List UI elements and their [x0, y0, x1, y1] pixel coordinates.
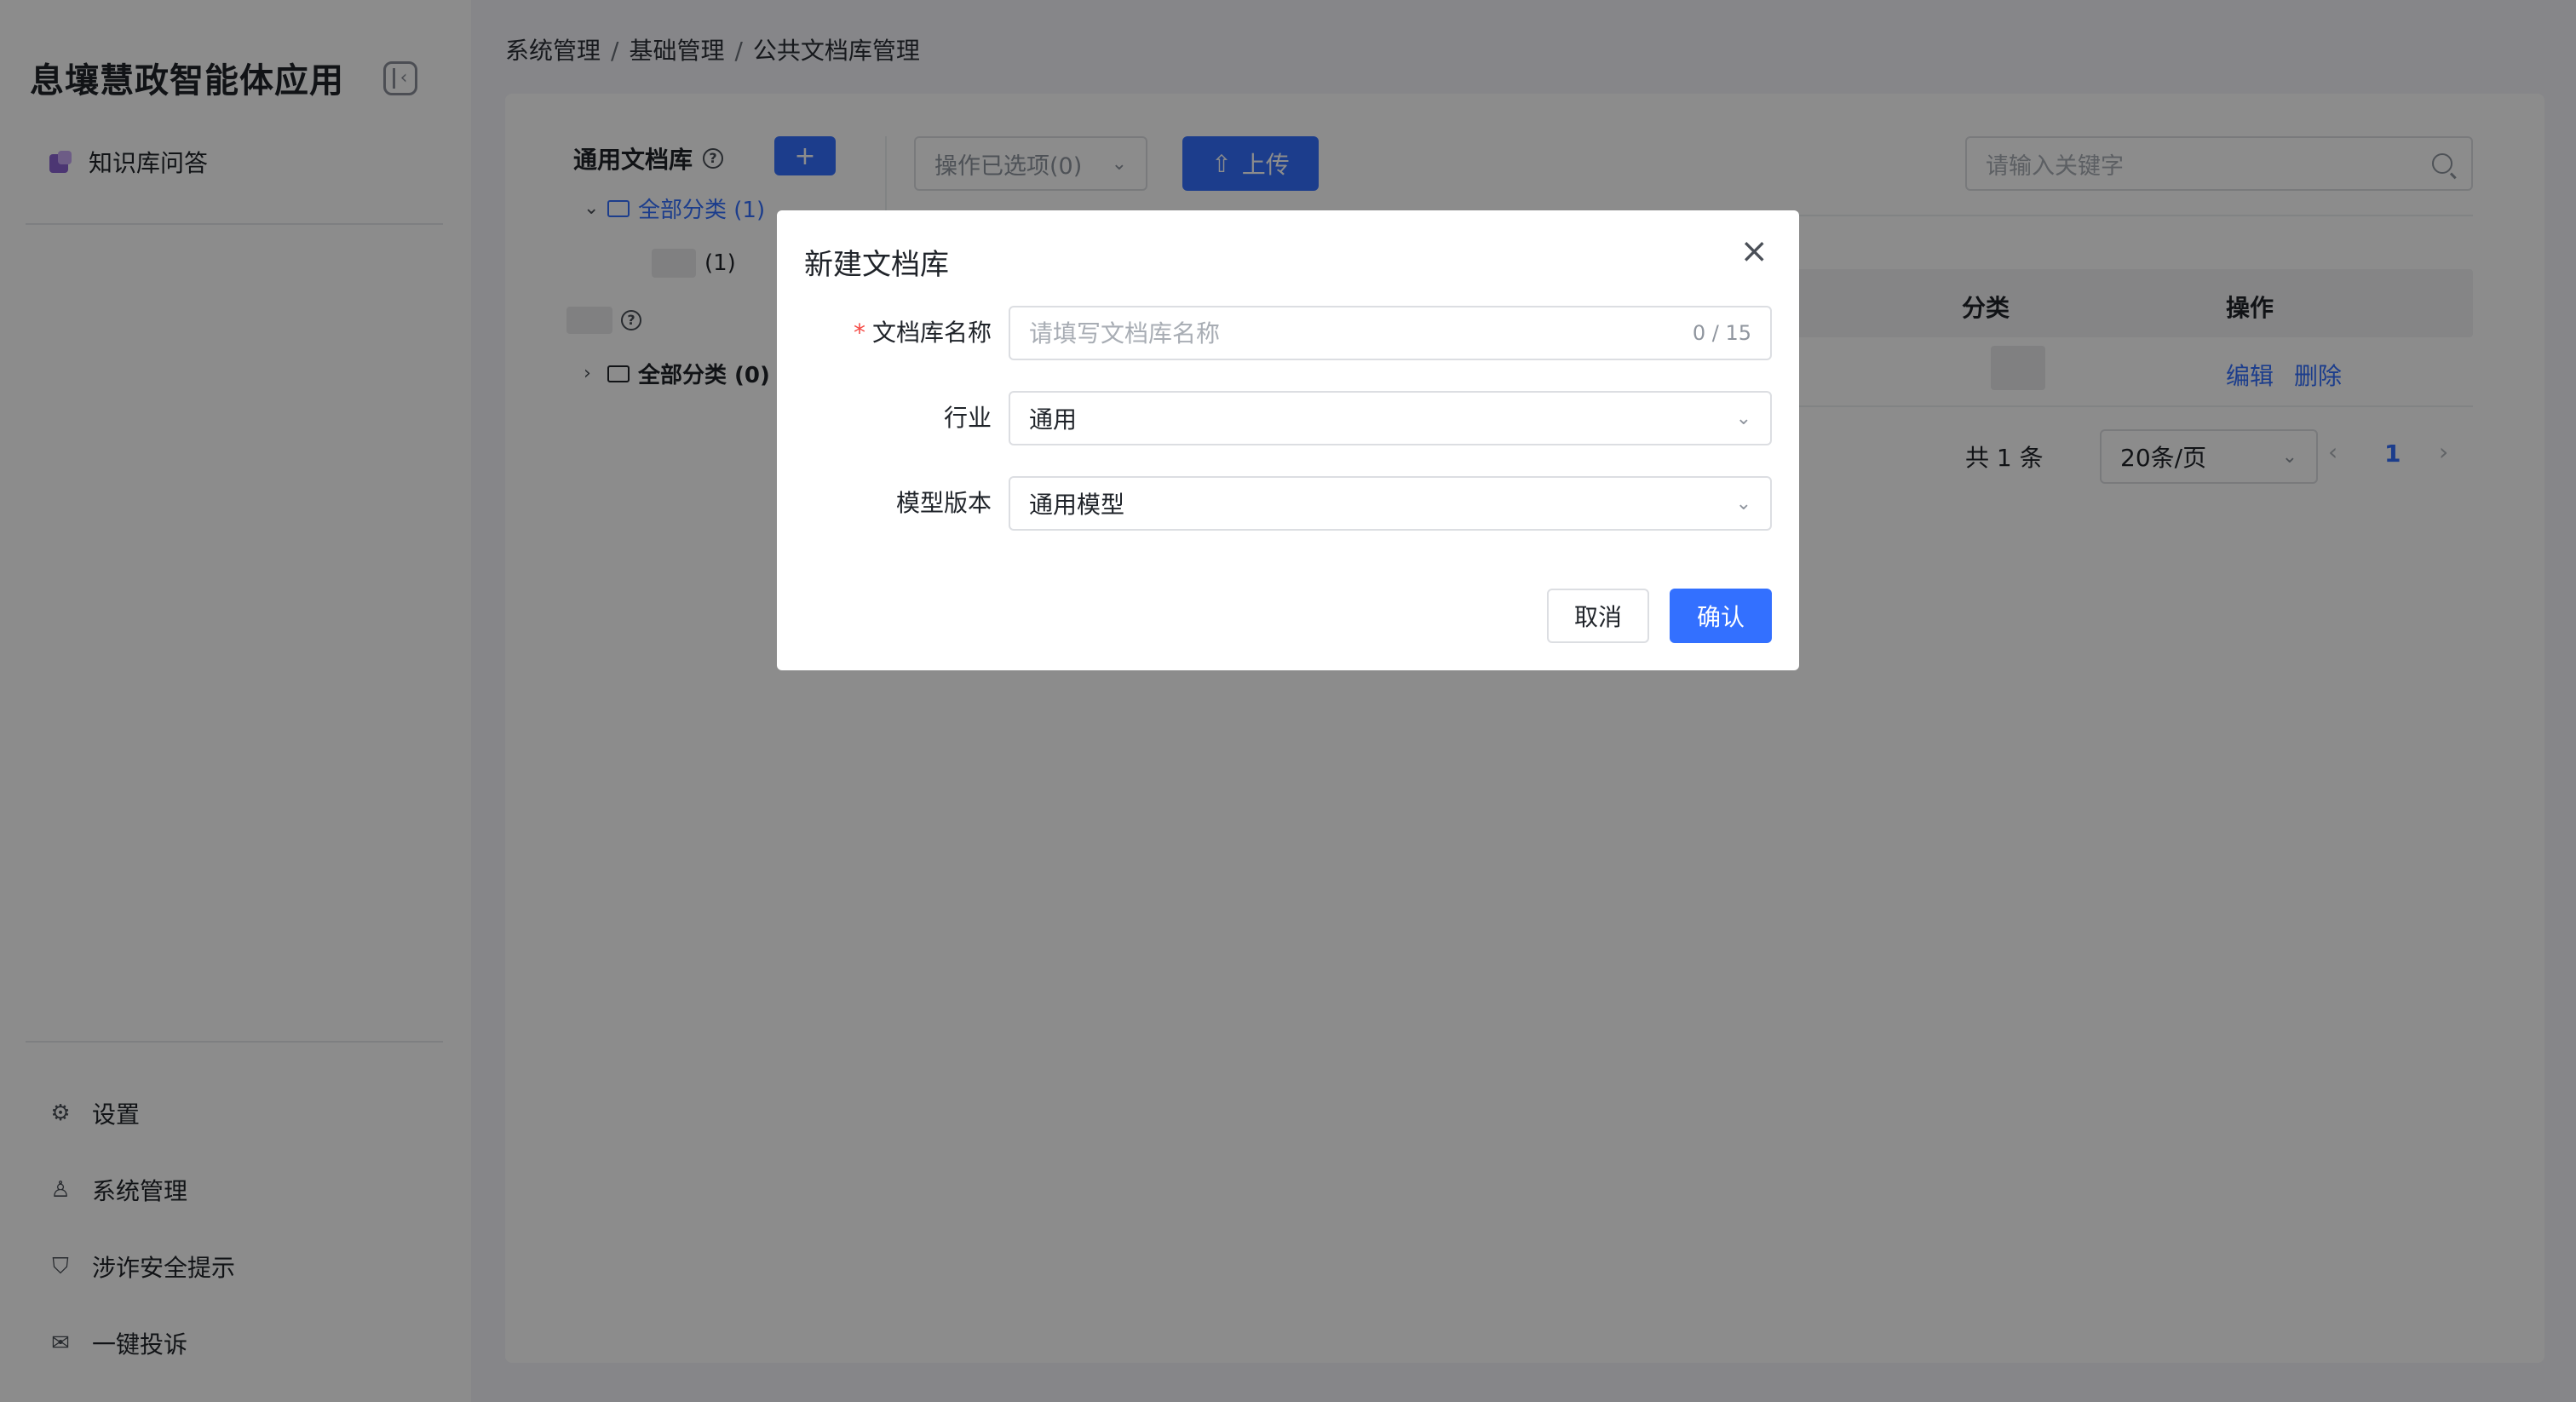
industry-value: 通用	[1029, 405, 1078, 434]
new-library-dialog: 新建文档库 × *文档库名称 0 / 15 行业 通用 ⌄ 模型版本 通用模型 …	[777, 210, 1799, 670]
library-name-input[interactable]	[1029, 319, 1676, 348]
chevron-down-icon: ⌄	[1735, 492, 1751, 514]
cancel-button[interactable]: 取消	[1547, 589, 1649, 643]
chevron-down-icon: ⌄	[1735, 407, 1751, 429]
industry-label: 行业	[943, 404, 992, 432]
char-counter: 0 / 15	[1692, 321, 1751, 345]
model-version-select[interactable]: 通用模型 ⌄	[1009, 476, 1772, 531]
library-name-label: * 文档库名称	[853, 319, 992, 347]
library-name-field[interactable]: 0 / 15	[1009, 306, 1772, 360]
model-version-value: 通用模型	[1029, 491, 1125, 519]
close-icon[interactable]: ×	[1739, 234, 1768, 268]
confirm-button[interactable]: 确认	[1670, 589, 1772, 643]
model-version-label: 模型版本	[895, 489, 992, 517]
dialog-title: 新建文档库	[804, 248, 949, 282]
industry-select[interactable]: 通用 ⌄	[1009, 391, 1772, 445]
required-mark: *	[853, 319, 865, 347]
